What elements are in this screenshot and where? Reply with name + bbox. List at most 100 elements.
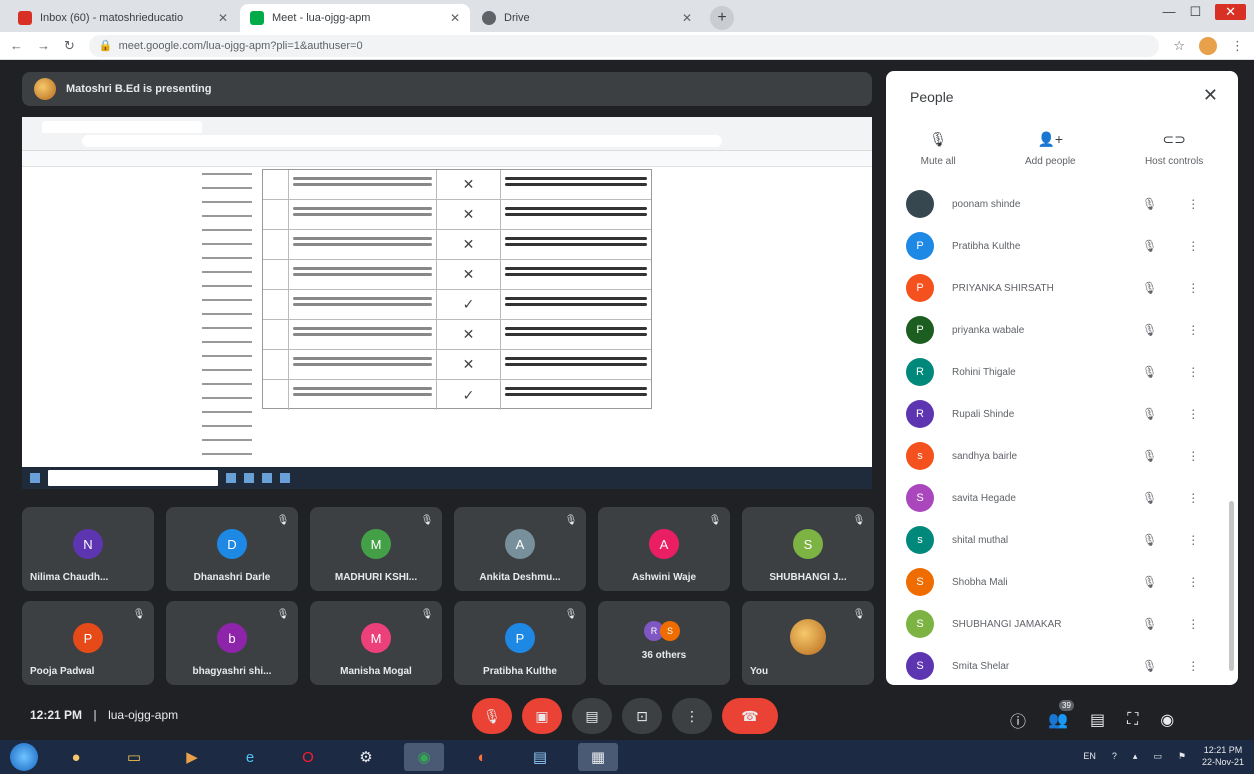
list-item[interactable]: S Smita Shelar 🎙 ⋮ [886,645,1238,685]
tab-meet[interactable]: Meet - lua-ojgg-apm ✕ [240,4,470,32]
close-window-icon[interactable]: ✕ [1215,4,1246,20]
more-options-button[interactable]: ⋮ [672,698,712,734]
camera-toggle-button[interactable]: ▣ [522,698,562,734]
menu-dots-icon[interactable]: ⋮ [1231,38,1244,54]
kebab-menu-icon[interactable]: ⋮ [1187,449,1199,463]
kebab-menu-icon[interactable]: ⋮ [1187,323,1199,337]
self-tile[interactable]: 🎙 You [742,601,874,685]
people-button[interactable]: 👥 39 [1048,700,1074,730]
language-indicator[interactable]: EN [1083,751,1096,761]
internet-explorer-icon[interactable]: e [230,743,270,771]
list-item[interactable]: S SHUBHANGI JAMAKAR 🎙 ⋮ [886,603,1238,645]
kebab-menu-icon[interactable]: ⋮ [1187,617,1199,631]
close-tab-icon[interactable]: ✕ [682,11,692,25]
mic-off-icon[interactable]: 🎙 [1142,365,1157,379]
maximize-icon[interactable]: ☐ [1189,4,1201,20]
document-app-icon[interactable]: ▤ [520,743,560,771]
bookmark-star-icon[interactable]: ☆ [1173,38,1185,54]
mic-off-icon[interactable]: 🎙 [1142,617,1157,631]
kebab-menu-icon[interactable]: ⋮ [1187,281,1199,295]
participant-tile[interactable]: 🎙 P Pratibha Kulthe [454,601,586,685]
kebab-menu-icon[interactable]: ⋮ [1187,365,1199,379]
participant-tile[interactable]: N Nilima Chaudh... [22,507,154,591]
minimize-icon[interactable]: — [1162,4,1175,20]
forward-icon[interactable]: → [37,38,50,53]
chrome-icon[interactable]: ◉ [404,743,444,771]
others-tile[interactable]: R S 36 others [598,601,730,685]
list-item[interactable]: Ssavita Hegade 🎙 ⋮ [886,477,1238,519]
list-item[interactable]: Ppriyanka wabale 🎙 ⋮ [886,309,1238,351]
mic-off-icon[interactable]: 🎙 [1142,239,1157,253]
list-item[interactable]: poonam shinde 🎙 ⋮ [886,183,1238,225]
file-explorer-icon[interactable]: ▭ [114,743,154,771]
participant-tile[interactable]: 🎙 M MADHURI KSHI... [310,507,442,591]
mute-all-button[interactable]: 🎙 Mute all [921,131,956,167]
chat-icon[interactable]: ▤ [1090,710,1105,730]
new-tab-button[interactable]: + [710,6,734,30]
kebab-menu-icon[interactable]: ⋮ [1187,239,1199,253]
reload-icon[interactable]: ↻ [64,38,75,54]
participant-tile[interactable]: 🎙 b bhagyashri shi... [166,601,298,685]
show-hidden-icons[interactable]: ▴ [1133,751,1138,762]
network-icon[interactable]: ▭ [1153,751,1162,762]
activities-icon[interactable]: ⛶ [1127,711,1138,729]
participant-tile[interactable]: 🎙 S SHUBHANGI J... [742,507,874,591]
mic-off-icon[interactable]: 🎙 [1142,197,1157,211]
kebab-menu-icon[interactable]: ⋮ [1187,197,1199,211]
info-icon[interactable]: ⓘ [1010,708,1026,732]
mic-off-icon[interactable]: 🎙 [1142,659,1157,673]
back-icon[interactable]: ← [10,38,23,53]
participant-tile[interactable]: 🎙 D Dhanashri Darle [166,507,298,591]
help-icon[interactable]: ? [1112,751,1117,761]
list-item[interactable]: s shital muthal 🎙 ⋮ [886,519,1238,561]
participant-tile[interactable]: 🎙 P Pooja Padwal [22,601,154,685]
list-item[interactable]: R Rohini Thigale 🎙 ⋮ [886,351,1238,393]
network-app-icon[interactable]: ⚙ [346,743,386,771]
list-item[interactable]: P Pratibha Kulthe 🎙 ⋮ [886,225,1238,267]
add-people-button[interactable]: 👤+ Add people [1025,131,1076,167]
participant-tile[interactable]: 🎙 A Ankita Deshmu... [454,507,586,591]
mic-off-icon[interactable]: 🎙 [1142,491,1157,505]
present-button[interactable]: ⊡ [622,698,662,734]
list-item[interactable]: P PRIYANKA SHIRSATH 🎙 ⋮ [886,267,1238,309]
kebab-menu-icon[interactable]: ⋮ [1187,575,1199,589]
close-tab-icon[interactable]: ✕ [218,11,228,25]
start-button[interactable] [10,743,38,771]
captions-button[interactable]: ▤ [572,698,612,734]
shared-pdf-toolbar [22,151,872,167]
mic-off-icon[interactable]: 🎙 [1142,407,1157,421]
flag-icon[interactable]: ⚑ [1178,751,1186,762]
mic-off-icon[interactable]: 🎙 [1142,449,1157,463]
mic-off-icon[interactable]: 🎙 [1142,575,1157,589]
participant-tile[interactable]: 🎙 A Ashwini Waje [598,507,730,591]
mic-off-icon[interactable]: 🎙 [1142,281,1157,295]
url-field[interactable]: 🔒 meet.google.com/lua-ojgg-apm?pli=1&aut… [88,34,1160,57]
media-player-icon[interactable]: ▶ [172,743,212,771]
user-avatar-icon[interactable]: ● [56,743,96,771]
kebab-menu-icon[interactable]: ⋮ [1187,491,1199,505]
mic-off-icon[interactable]: 🎙 [1142,533,1157,547]
profile-avatar[interactable] [1199,36,1217,55]
close-tab-icon[interactable]: ✕ [450,11,460,25]
tray-clock[interactable]: 12:21 PM 22-Nov-21 [1202,744,1244,768]
close-panel-icon[interactable]: ✕ [1203,85,1218,106]
panel-scrollbar[interactable] [1229,501,1234,671]
list-item[interactable]: s sandhya bairle 🎙 ⋮ [886,435,1238,477]
mic-off-icon[interactable]: 🎙 [1142,323,1157,337]
mic-toggle-button[interactable]: 🎙 [472,698,512,734]
tab-drive[interactable]: Drive ✕ [472,4,702,32]
kebab-menu-icon[interactable]: ⋮ [1187,533,1199,547]
tab-title: Meet - lua-ojgg-apm [272,12,371,24]
image-viewer-icon[interactable]: ▦ [578,743,618,771]
firefox-icon[interactable]: ◐ [462,743,502,771]
participant-tile[interactable]: 🎙 M Manisha Mogal [310,601,442,685]
host-controls-icon[interactable]: ◉ [1160,710,1174,730]
opera-icon[interactable]: O [288,743,328,771]
kebab-menu-icon[interactable]: ⋮ [1187,659,1199,673]
list-item[interactable]: S Shobha Mali 🎙 ⋮ [886,561,1238,603]
kebab-menu-icon[interactable]: ⋮ [1187,407,1199,421]
leave-call-button[interactable]: ☎ [722,698,778,734]
tab-gmail[interactable]: Inbox (60) - matoshrieducatio ✕ [8,4,238,32]
host-controls-button[interactable]: ⊂⊃ Host controls [1145,131,1203,167]
list-item[interactable]: R Rupali Shinde 🎙 ⋮ [886,393,1238,435]
